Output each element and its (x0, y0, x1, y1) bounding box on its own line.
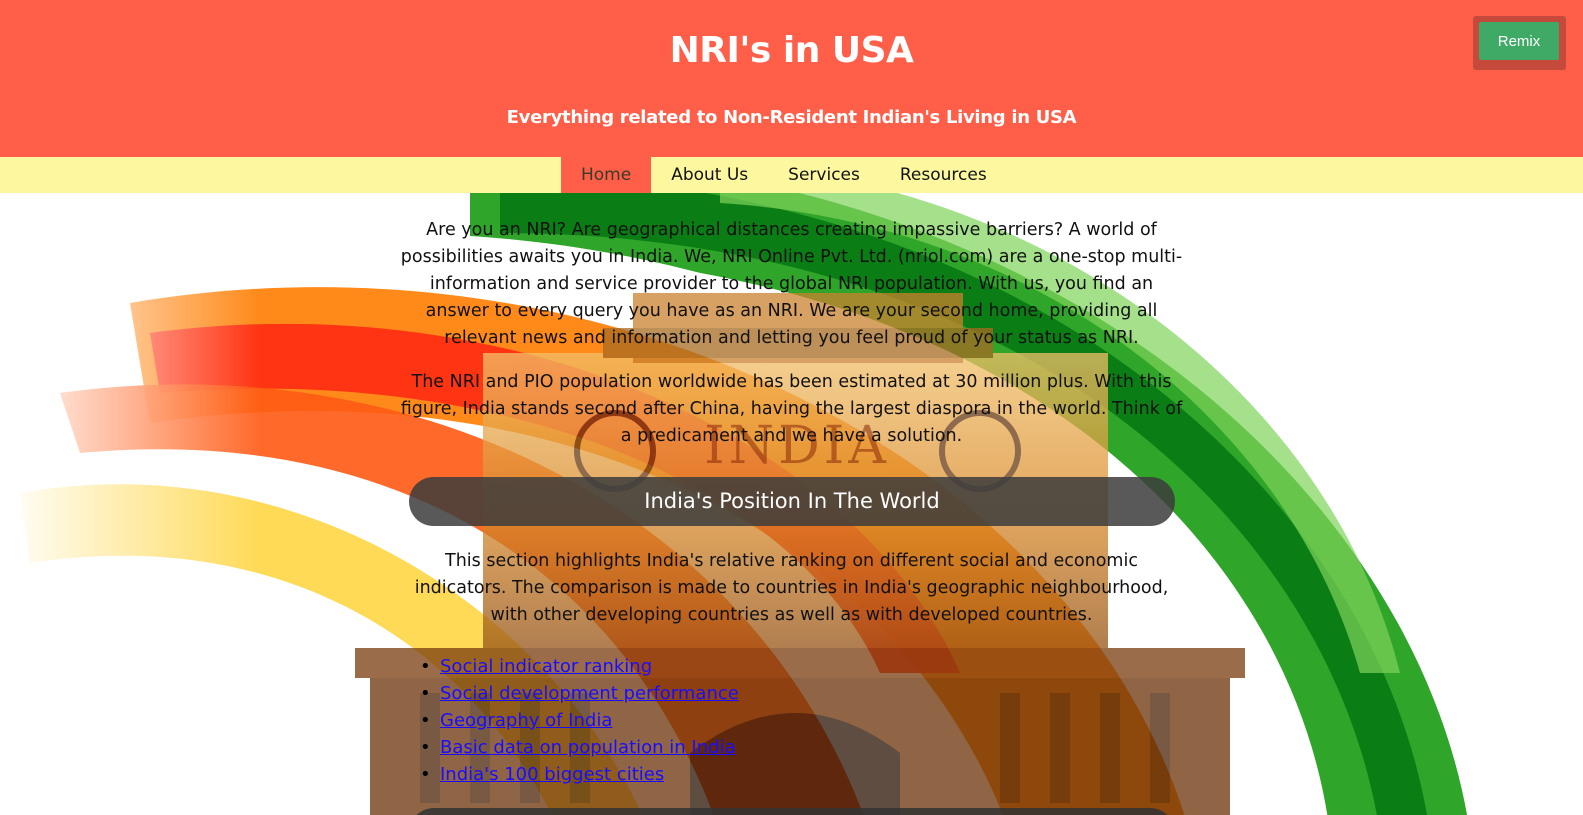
site-subtitle: Everything related to Non-Resident India… (506, 107, 1077, 128)
link-social-indicator-ranking[interactable]: Social indicator ranking (440, 656, 652, 677)
list-item: • Geography of India (420, 707, 739, 734)
nav-item-services[interactable]: Services (768, 157, 880, 193)
population-paragraph: The NRI and PIO population worldwide has… (400, 372, 1183, 446)
link-geography-of-india[interactable]: Geography of India (440, 710, 612, 731)
link-india-100-biggest-cities[interactable]: India's 100 biggest cities (440, 764, 664, 785)
remix-button[interactable]: Remix (1479, 22, 1559, 60)
site-title: NRI's in USA (669, 30, 914, 71)
list-item: • India's 100 biggest cities (420, 761, 739, 788)
list-item: • Social indicator ranking (420, 653, 739, 680)
main-navigation: Home About Us Services Resources (0, 157, 1583, 193)
nav-item-home[interactable]: Home (561, 157, 652, 193)
link-social-development-performance[interactable]: Social development performance (440, 683, 739, 704)
next-section-heading (409, 808, 1175, 815)
remix-button-frame: Remix (1473, 16, 1566, 70)
list-item: • Social development performance (420, 680, 739, 707)
bullet-icon: • (420, 656, 431, 677)
nav-item-about-us[interactable]: About Us (651, 157, 768, 193)
nav-list: Home About Us Services Resources (561, 157, 1007, 193)
link-basic-data-population[interactable]: Basic data on population in India (440, 737, 736, 758)
bullet-icon: • (420, 764, 431, 785)
bullet-icon: • (420, 710, 431, 731)
links-list: • Social indicator ranking • Social develo… (420, 653, 739, 788)
section-heading: India's Position In The World (409, 477, 1175, 526)
bullet-icon: • (420, 683, 431, 704)
list-item: • Basic data on population in India (420, 734, 739, 761)
bullet-icon: • (420, 737, 431, 758)
intro-paragraph: Are you an NRI? Are geographical distanc… (400, 220, 1183, 348)
section-paragraph: This section highlights India's relative… (414, 551, 1169, 625)
site-header: NRI's in USA Everything related to Non-R… (0, 0, 1583, 157)
nav-item-resources[interactable]: Resources (880, 157, 1007, 193)
page: INDIA NRI's in USA Everything related to… (0, 0, 1583, 815)
